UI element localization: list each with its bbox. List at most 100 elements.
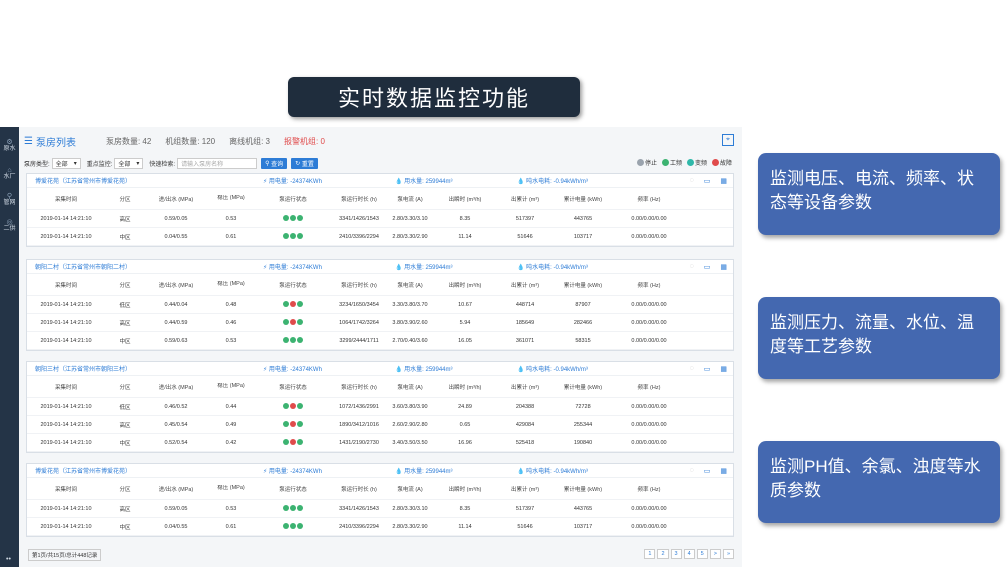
bulb-icon[interactable]: ◌	[690, 467, 694, 475]
table-cell: 10.67	[458, 301, 472, 308]
station-card-header: 博爱花苑（江苏省常州市博爱花苑） ⚡ 用电量: -24374KWh 💧 用水量: 2…	[27, 174, 733, 188]
table-cell: 0.00/0.00/0.00	[631, 319, 667, 326]
column-header: 采集时间	[54, 282, 77, 289]
grid-icon[interactable]: ▦	[720, 365, 727, 373]
table-cell: 429084	[515, 421, 535, 428]
column-header: 分区	[119, 282, 131, 289]
sidebar-item-secondary-supply[interactable]: ◎ 二供	[0, 219, 19, 233]
home-icon: ⌂	[7, 167, 12, 174]
sidebar-item-label: 二供	[3, 226, 16, 232]
pump-type-select[interactable]: 全部 ▾	[51, 157, 81, 169]
column-header: 采集时间	[54, 486, 77, 493]
pump-status-icon	[290, 214, 296, 221]
column-header: 采集时间	[54, 196, 77, 203]
sidebar-item-water-plant[interactable]: ⌂ 水厂	[0, 167, 19, 181]
grid-icon[interactable]: ▦	[720, 467, 727, 475]
table-row[interactable]: 2019-01-14 14:21:10 高区 0.45/0.54 0.49 1890/3…	[27, 416, 733, 434]
sidebar-collapse-handle[interactable]: ••	[6, 556, 11, 563]
pump-status-icon	[290, 504, 296, 511]
page-button[interactable]: 2	[657, 549, 669, 559]
sidebar-item-label: 管网	[3, 200, 16, 206]
bulb-icon[interactable]: ◌	[690, 177, 694, 185]
water-drop-icon: 💧	[517, 469, 525, 475]
unit-count: 机组数量: 120	[165, 136, 216, 146]
station-name[interactable]: 博爱花苑（江苏省常州市博爱花苑）	[35, 466, 131, 475]
table-row[interactable]: 2019-01-14 14:21:10 中区 0.04/0.55 0.61 2410/3…	[27, 518, 733, 536]
table-row[interactable]: 2019-01-14 14:21:10 低区 0.44/0.04 0.48 3234/1…	[27, 296, 733, 314]
column-header: 出瞬时 (m³/h)	[448, 282, 482, 289]
table-row[interactable]: 2019-01-14 14:21:10 中区 0.04/0.55 0.61 2410/3…	[27, 228, 733, 246]
bulb-icon[interactable]: ◌	[690, 263, 694, 271]
page-button[interactable]: 4	[683, 549, 695, 559]
pump-status-icon	[290, 420, 296, 427]
table-header-row: 采集时间 分区 进/出水 (MPa) 稳压 (MPa) 泵运行状态 泵运行时长 (h) 泵电…	[27, 274, 733, 296]
station-card: 博爱花苑（江苏省常州市博爱花苑） ⚡ 用电量: -24374KWh 💧 用水量: 2…	[26, 463, 734, 537]
table-cell: 2019-01-14 14:21:10	[40, 233, 92, 240]
page-button[interactable]: »	[722, 549, 734, 559]
column-header: 泵运行时长 (h)	[341, 384, 377, 391]
column-header: 泵运行状态	[279, 282, 307, 289]
column-header: 累计电量 (kWh)	[563, 384, 603, 391]
table-cell: 1431/2190/2730	[339, 439, 379, 446]
pump-status-icon	[283, 318, 289, 325]
water-usage-value: 用水量: 259944m³	[404, 179, 453, 185]
table-cell: 2019-01-14 14:21:10	[40, 215, 92, 222]
station-name[interactable]: 博爱花苑（江苏省常州市博爱花苑）	[35, 176, 131, 185]
table-row[interactable]: 2019-01-14 14:21:10 高区 0.59/0.05 0.53 3341/1…	[27, 500, 733, 518]
table-cell: 3341/1426/1543	[339, 215, 379, 222]
monitor-icon[interactable]: ▭	[704, 177, 711, 185]
pump-status-cell	[255, 336, 331, 345]
station-name[interactable]: 朝阳三村（江苏省常州市朝阳三村）	[35, 364, 131, 373]
column-header: 累计电量 (kWh)	[563, 196, 603, 203]
status-legend: 停止 工频 变频 故障	[636, 158, 732, 167]
page-button[interactable]: 3	[670, 549, 682, 559]
page-button[interactable]: 5	[696, 549, 708, 559]
pump-status-icon	[297, 300, 303, 307]
page-button[interactable]: 1	[644, 549, 656, 559]
sidebar-item-label: 原水	[3, 146, 16, 152]
unit-energy: 💧 吨水电耗: -0.94kWh/m³	[517, 364, 588, 373]
query-button[interactable]: ⚲ 查询	[261, 157, 288, 169]
pump-status-cell	[255, 300, 331, 309]
reset-button[interactable]: ↻ 重置	[291, 157, 318, 169]
column-header: 稳压 (MPa)	[217, 281, 245, 287]
table-cell: 204388	[515, 403, 535, 410]
table-cell: 2019-01-14 14:21:10	[40, 439, 92, 446]
monitor-icon[interactable]: ▭	[704, 365, 711, 373]
table-row[interactable]: 2019-01-14 14:21:10 低区 0.46/0.52 0.44 1072/1…	[27, 398, 733, 416]
grid-icon[interactable]: ▦	[720, 263, 727, 271]
pump-status-icon	[290, 318, 296, 325]
column-header: 泵电流 (A)	[397, 384, 423, 391]
table-cell: 中区	[119, 338, 131, 345]
table-row[interactable]: 2019-01-14 14:21:10 中区 0.52/0.54 0.42 1431/2…	[27, 434, 733, 452]
map-marker-icon[interactable]: ⌖	[722, 134, 734, 146]
table-cell: 3.40/3.50/3.50	[392, 439, 428, 446]
table-cell: 中区	[119, 440, 131, 447]
table-cell: 3299/2444/1711	[339, 337, 379, 344]
pump-type-label: 泵房类型:	[24, 161, 50, 168]
station-name[interactable]: 朝阳二村（江苏省常州市朝阳二村）	[35, 262, 131, 271]
table-row[interactable]: 2019-01-14 14:21:10 中区 0.59/0.63 0.53 3299/2…	[27, 332, 733, 350]
search-input[interactable]: 请输入泵房名称	[177, 157, 258, 169]
power-usage: ⚡ 用电量: -24374KWh	[263, 466, 322, 475]
column-header: 泵运行时长 (h)	[341, 196, 377, 203]
key-monitor-select[interactable]: 全部 ▾	[114, 157, 144, 169]
monitor-icon[interactable]: ▭	[704, 467, 711, 475]
table-row[interactable]: 2019-01-14 14:21:10 高区 0.44/0.59 0.46 1064/1…	[27, 314, 733, 332]
table-row[interactable]: 2019-01-14 14:21:10 高区 0.59/0.05 0.53 3341/1…	[27, 210, 733, 228]
column-header: 分区	[119, 384, 131, 391]
table-cell: 0.00/0.00/0.00	[631, 439, 667, 446]
grid-icon[interactable]: ▦	[720, 177, 727, 185]
page-button[interactable]: >	[709, 549, 721, 559]
station-card-header: 朝阳二村（江苏省常州市朝阳二村） ⚡ 用电量: -24374KWh 💧 用水量: 2…	[27, 260, 733, 274]
table-cell: 0.44	[225, 403, 237, 410]
monitor-icon[interactable]: ▭	[704, 263, 711, 271]
lightning-icon: ⚡	[263, 265, 268, 271]
sidebar-item-raw-water[interactable]: ⚙ 原水	[0, 139, 19, 153]
pump-room-panel: ☰ 泵房列表 泵房数量: 42 机组数量: 120 离线机组: 3 报警机组: …	[24, 131, 738, 563]
table-cell: 190840	[573, 439, 593, 446]
column-header: 泵电流 (A)	[397, 196, 423, 203]
bulb-icon[interactable]: ◌	[690, 365, 694, 373]
sidebar-item-pipe-network[interactable]: ⚲ 管网	[0, 193, 19, 207]
power-usage: ⚡ 用电量: -24374KWh	[263, 176, 322, 185]
